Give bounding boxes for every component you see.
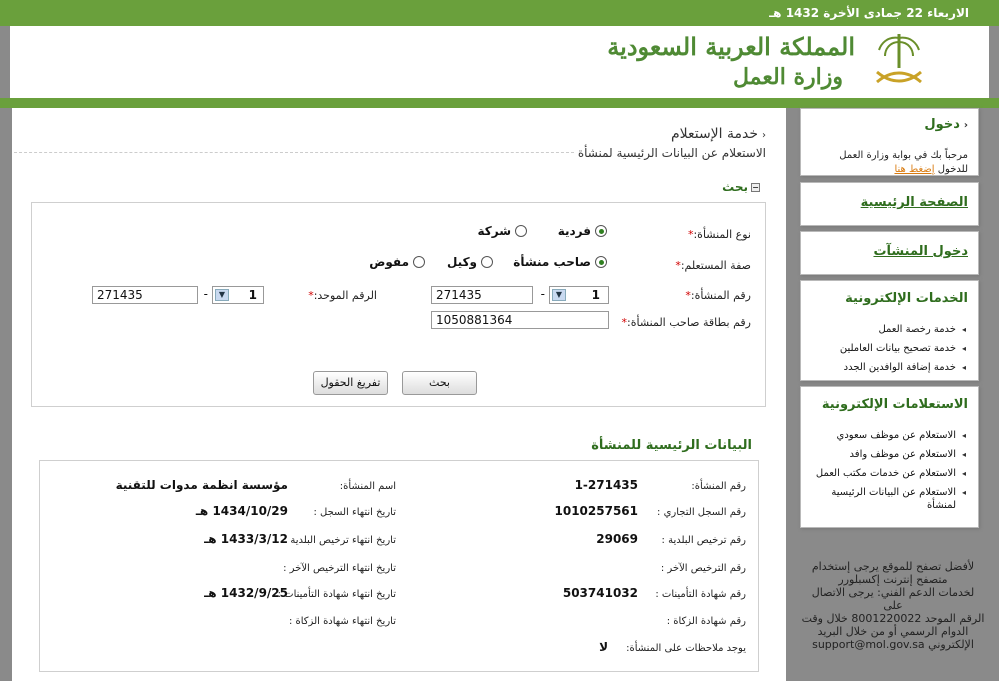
chevron-left-icon: ‹ bbox=[762, 130, 766, 141]
chevron-down-icon[interactable]: ▼ bbox=[552, 289, 566, 301]
list-item[interactable]: الاستعلام عن موظف وافد bbox=[806, 448, 966, 461]
page-title-text: خدمة الإستعلام bbox=[670, 126, 758, 142]
result-label: رقم شهادة الزكاة : bbox=[666, 616, 746, 627]
radio-icon[interactable] bbox=[481, 256, 493, 268]
type-label: نوع المنشأة:* bbox=[687, 228, 751, 241]
support-line: الإلكتروني support@mol.gov.sa bbox=[812, 638, 974, 651]
radio-capacity-owner[interactable]: صاحب منشأة bbox=[513, 255, 607, 269]
result-value: لا bbox=[599, 640, 608, 654]
home-box[interactable]: الصفحة الرئيسية bbox=[800, 182, 979, 226]
support-line: الرقم الموحد 8001220022 خلال وقت bbox=[801, 612, 985, 625]
result-value: مؤسسة انظمة مدوات للتقنية bbox=[115, 478, 288, 492]
collapse-icon[interactable]: − bbox=[751, 183, 760, 192]
result-label: رقم السجل التجاري : bbox=[657, 507, 746, 518]
clear-fields-button[interactable]: تفريغ الحقول bbox=[313, 371, 388, 395]
list-item[interactable]: خدمة تصحيح بيانات العاملين bbox=[806, 342, 966, 355]
unified-number-label: الرقم الموحد:* bbox=[308, 289, 377, 302]
result-value: 1-271435 bbox=[574, 478, 638, 492]
radio-icon[interactable] bbox=[595, 225, 607, 237]
chevron-down-icon[interactable]: ▼ bbox=[215, 289, 229, 301]
sidebar: ‹دخول مرحباً بك في بوابة وزارة العمل للد… bbox=[790, 104, 999, 681]
result-label: تاريخ انتهاء السجل : bbox=[313, 507, 396, 518]
list-item[interactable]: خدمة رخصة العمل bbox=[806, 323, 966, 336]
search-section-header[interactable]: −بحث bbox=[722, 180, 760, 194]
support-line: لخدمات الدعم الفني: يرجى الاتصال على bbox=[811, 586, 975, 612]
result-value: 1010257561 bbox=[554, 504, 639, 518]
est-office-select[interactable]: ▼ 1 bbox=[549, 286, 609, 304]
radio-capacity-delegate[interactable]: مفوض bbox=[369, 255, 425, 269]
search-header-text: بحث bbox=[722, 180, 748, 194]
support-line: متصفح إنترنت إكسبلورر bbox=[838, 573, 948, 586]
page-subtitle: الاستعلام عن البيانات الرئيسية لمنشأة bbox=[577, 146, 766, 160]
site-header: المملكة العربية السعودية وزارة العمل bbox=[10, 26, 989, 98]
result-label: رقم الترخيص الآخر : bbox=[660, 563, 746, 574]
dash: - bbox=[540, 287, 545, 301]
eservices-box: الخدمات الإلكترونية خدمة رخصة العمل خدمة… bbox=[800, 280, 979, 381]
login-prompt: للدخول إضغط هنا bbox=[894, 164, 968, 175]
result-label: اسم المنشأة: bbox=[339, 481, 396, 492]
radio-type-individual[interactable]: فردية bbox=[558, 224, 607, 238]
support-line: لأفضل تصفح للموقع يرجى إستخدام bbox=[811, 560, 975, 573]
result-label: تاريخ انتهاء الترخيص الآخر : bbox=[283, 563, 396, 574]
owner-id-input[interactable]: 1050881364 bbox=[431, 311, 609, 329]
logo-ministry-text: وزارة العمل bbox=[733, 64, 843, 90]
result-label: رقم ترخيص البلدية : bbox=[661, 535, 746, 546]
list-item[interactable]: الاستعلام عن خدمات مكتب العمل bbox=[806, 467, 966, 480]
result-value: 1432/9/25 هـ bbox=[204, 586, 288, 600]
establishments-box[interactable]: دخول المنشآت bbox=[800, 231, 979, 275]
radio-capacity-agent[interactable]: وكيل bbox=[447, 255, 493, 269]
result-value: 1434/10/29 هـ bbox=[195, 504, 288, 518]
radio-icon[interactable] bbox=[413, 256, 425, 268]
logo-kingdom-text: المملكة العربية السعودية bbox=[607, 32, 855, 61]
support-note: لأفضل تصفح للموقع يرجى إستخدام متصفح إنت… bbox=[801, 560, 985, 651]
establishments-link[interactable]: دخول المنشآت bbox=[873, 244, 968, 259]
dash: - bbox=[203, 287, 208, 301]
radio-icon[interactable] bbox=[595, 256, 607, 268]
eservices-title: الخدمات الإلكترونية bbox=[845, 291, 968, 306]
result-label: تاريخ انتهاء شهادة التأمينات : bbox=[277, 589, 396, 600]
radio-type-company[interactable]: شركة bbox=[477, 224, 527, 238]
main-content: ‹ خدمة الإستعلام الاستعلام عن البيانات ال… bbox=[12, 108, 786, 681]
result-label: يوجد ملاحظات على المنشأة: bbox=[626, 643, 746, 654]
unified-office-select[interactable]: ▼ 1 bbox=[212, 286, 264, 304]
search-button[interactable]: بحث bbox=[402, 371, 477, 395]
support-line: الدوام الرسمي أو من خلال البريد bbox=[817, 625, 969, 638]
einquiries-box: الاستعلامات الإلكترونية الاستعلام عن موظ… bbox=[800, 386, 979, 528]
result-label: رقم شهادة التأمينات : bbox=[655, 589, 746, 600]
est-number-input[interactable]: 271435 bbox=[431, 286, 533, 304]
list-item[interactable]: الاستعلام عن البيانات الرئيسية لمنشأة bbox=[806, 486, 966, 512]
list-item[interactable]: الاستعلام عن موظف سعودي bbox=[806, 429, 966, 442]
hijri-date: الاربعاء 22 جمادى الأخرة 1432 هـ bbox=[769, 6, 969, 20]
login-link[interactable]: إضغط هنا bbox=[894, 164, 934, 175]
chevron-left-icon: ‹ bbox=[963, 120, 968, 131]
login-box: ‹دخول مرحباً بك في بوابة وزارة العمل للد… bbox=[800, 108, 979, 176]
radio-icon[interactable] bbox=[515, 225, 527, 237]
date-bar: الاربعاء 22 جمادى الأخرة 1432 هـ bbox=[0, 0, 999, 26]
page-title: ‹ خدمة الإستعلام bbox=[671, 126, 766, 142]
results-panel: رقم المنشأة: 1-271435 اسم المنشأة: مؤسسة… bbox=[39, 460, 759, 672]
login-title[interactable]: ‹دخول bbox=[924, 117, 968, 132]
owner-id-label: رقم بطاقة صاحب المنشأة:* bbox=[621, 316, 752, 329]
est-number-label: رقم المنشأة:* bbox=[685, 289, 751, 302]
einquiries-title: الاستعلامات الإلكترونية bbox=[821, 397, 968, 412]
results-header: البيانات الرئيسية للمنشأة bbox=[591, 438, 752, 453]
search-form: نوع المنشأة:* فردية شركة صفة المستعلم:* … bbox=[31, 202, 766, 407]
result-value: 503741032 bbox=[562, 586, 638, 600]
saudi-emblem-icon bbox=[869, 28, 929, 94]
result-label: تاريخ انتهاء ترخيص البلدية : bbox=[283, 535, 396, 546]
login-welcome: مرحباً بك في بوابة وزارة العمل bbox=[839, 150, 968, 161]
result-label: تاريخ انتهاء شهادة الزكاة : bbox=[288, 616, 396, 627]
capacity-label: صفة المستعلم:* bbox=[675, 259, 751, 272]
result-value: 1433/3/12 هـ bbox=[204, 532, 288, 546]
eservices-list: خدمة رخصة العمل خدمة تصحيح بيانات العامل… bbox=[806, 323, 966, 380]
unified-number-input[interactable]: 271435 bbox=[92, 286, 198, 304]
einquiries-list: الاستعلام عن موظف سعودي الاستعلام عن موظ… bbox=[806, 429, 966, 518]
divider bbox=[14, 152, 574, 153]
home-link[interactable]: الصفحة الرئيسية bbox=[861, 195, 968, 210]
result-label: رقم المنشأة: bbox=[691, 481, 746, 492]
list-item[interactable]: خدمة إضافة الوافدين الجدد bbox=[806, 361, 966, 374]
result-value: 29069 bbox=[596, 532, 638, 546]
